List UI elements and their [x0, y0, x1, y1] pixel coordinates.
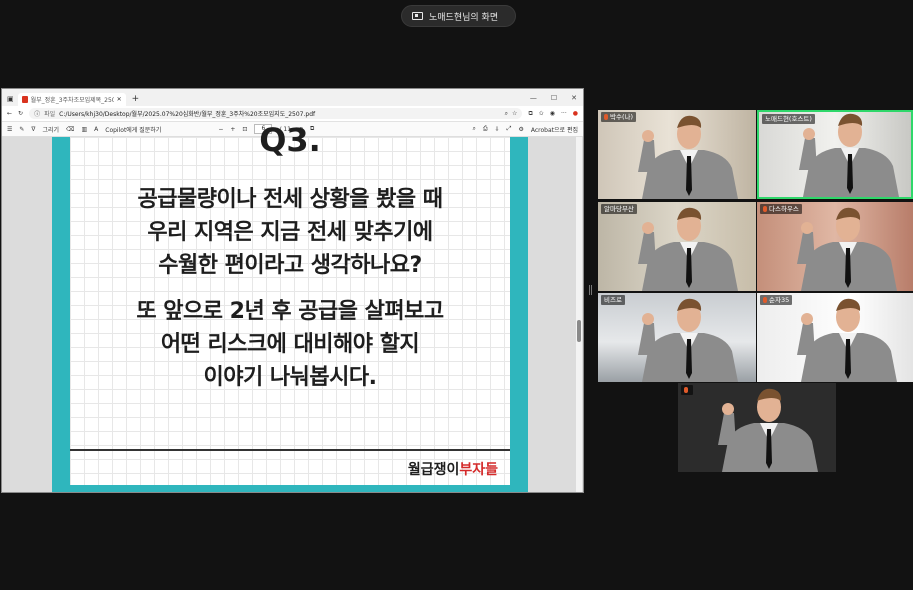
slide-line: 이야기 나눠봅시다. — [203, 365, 377, 390]
participant-video — [638, 115, 738, 199]
mic-icon — [763, 206, 767, 212]
refresh-icon[interactable]: ↻ — [18, 110, 23, 117]
tab-actions-icon[interactable]: ▣ — [7, 95, 14, 103]
participant-tile-active-speaker[interactable]: 노매드현(호스트) — [757, 110, 913, 199]
draw-label[interactable]: 그리기 — [42, 125, 59, 134]
tab-title: 월부_정훈_3주차조모임제목_2507 — [30, 97, 114, 104]
slide-page: Q3. 공급물량이나 전세 상황을 봤을 때 우리 지역은 지금 전세 맞추기에… — [70, 121, 510, 485]
draw-icon[interactable]: ∇ — [31, 126, 35, 133]
participant-video — [797, 207, 897, 291]
contents-icon[interactable]: ☰ — [7, 126, 12, 133]
slide-line: 공급물량이나 전세 상황을 봤을 때 — [137, 187, 444, 212]
profile-icon[interactable]: ◉ — [550, 110, 555, 117]
mic-icon — [604, 114, 608, 120]
favorite-star-icon[interactable]: ☆ — [512, 110, 517, 117]
slide-line: 우리 지역은 지금 전세 맞추기에 — [147, 220, 433, 245]
participant-name: 비즈로 — [604, 296, 622, 304]
tab-close-icon[interactable]: ✕ — [117, 96, 122, 103]
participant-tile[interactable]: 박수(나) — [598, 110, 756, 199]
back-icon[interactable]: ← — [7, 110, 12, 117]
screen-share-label: 노매드현님의 화면 — [429, 12, 499, 23]
slide-question-label: Q3. — [259, 121, 321, 159]
meeting-stage: 노매드현님의 화면 ▣ 월부_정훈_3주차조모임제목_2507 ✕ + — ☐ … — [0, 0, 913, 590]
participant-name-tag: 노매드현(호스트) — [762, 114, 815, 124]
url-text: C:/Users/khj30/Desktop/월부/2025.07%20심화반/… — [59, 111, 316, 118]
participant-video — [638, 298, 738, 382]
participant-name: 순자35 — [769, 296, 790, 304]
maximize-icon[interactable]: ☐ — [551, 94, 557, 102]
highlight-icon[interactable]: ✎ — [19, 126, 24, 133]
participant-name-tag: 알마당부산 — [601, 204, 637, 214]
new-tab-icon[interactable]: + — [132, 94, 140, 104]
mic-icon — [763, 297, 767, 303]
participant-name-tag — [681, 385, 693, 395]
info-icon: ⓘ — [34, 111, 41, 118]
shared-browser-window: ▣ 월부_정훈_3주차조모임제목_2507 ✕ + — ☐ ✕ ← ↻ ⓘ 파일… — [1, 88, 584, 493]
participant-tile[interactable]: 순자35 — [757, 293, 913, 382]
minimize-icon[interactable]: — — [530, 94, 537, 102]
address-bar: ← ↻ ⓘ 파일 C:/Users/khj30/Desktop/월부/2025.… — [2, 106, 583, 122]
scroll-thumb[interactable] — [577, 320, 581, 342]
pdf-scrollbar[interactable] — [576, 137, 582, 492]
split-resize-handle[interactable] — [589, 285, 592, 295]
participant-video — [638, 207, 738, 291]
participant-tile[interactable]: 다스하우스 — [757, 202, 913, 291]
participant-tile[interactable] — [678, 383, 836, 472]
url-scheme-label: 파일 — [44, 111, 56, 118]
extensions-icon[interactable]: ⧉ — [528, 110, 532, 118]
zoom-icon[interactable]: ⌕ — [505, 110, 508, 118]
screen-share-banner[interactable]: 노매드현님의 화면 — [401, 5, 516, 27]
browser-tab-bar: ▣ 월부_정훈_3주차조모임제목_2507 ✕ + — ☐ ✕ — [2, 89, 583, 106]
screen-share-icon — [412, 12, 423, 20]
participant-name-tag: 다스하우스 — [760, 204, 802, 214]
participant-tile[interactable]: 알마당부산 — [598, 202, 756, 291]
brand-logo-black: 월급쟁이 — [407, 462, 460, 478]
slide-divider — [70, 449, 510, 451]
participant-name-tag: 비즈로 — [601, 295, 625, 305]
participant-name: 박수(나) — [610, 113, 634, 121]
more-menu-icon[interactable]: ··· — [561, 110, 567, 117]
participant-name: 알마당부산 — [604, 205, 634, 213]
url-field[interactable]: ⓘ 파일 C:/Users/khj30/Desktop/월부/2025.07%2… — [29, 108, 523, 119]
favorites-icon[interactable]: ✩ — [539, 110, 544, 117]
acrobat-edit-label[interactable]: Acrobat으로 편집 — [531, 125, 578, 134]
brand-logo: 월급쟁이부자들 — [408, 459, 498, 479]
pdf-file-icon — [21, 96, 28, 103]
brand-logo-red: 부자들 — [459, 462, 498, 478]
slide-line: 어떤 리스크에 대비해야 할지 — [160, 332, 420, 357]
copilot-icon[interactable]: ● — [573, 110, 578, 117]
participant-video — [718, 388, 818, 472]
participant-name-tag: 순자35 — [760, 295, 793, 305]
slide-line: 또 앞으로 2년 후 공급을 살펴보고 — [136, 299, 444, 324]
settings-gear-icon[interactable]: ⚙ — [518, 126, 523, 133]
window-close-icon[interactable]: ✕ — [571, 94, 577, 102]
participant-name: 다스하우스 — [769, 205, 799, 213]
participant-video — [797, 298, 897, 382]
browser-tab[interactable]: 월부_정훈_3주차조모임제목_2507 ✕ — [17, 93, 126, 106]
participant-tile[interactable]: 비즈로 — [598, 293, 756, 382]
participant-name: 노매드현(호스트) — [765, 115, 812, 123]
participant-name-tag: 박수(나) — [601, 112, 637, 122]
pdf-viewer[interactable]: Q3. 공급물량이나 전세 상황을 봤을 때 우리 지역은 지금 전세 맞추기에… — [2, 121, 583, 492]
mic-icon — [684, 387, 688, 393]
slide-line: 수월한 편이라고 생각하나요? — [158, 253, 422, 278]
slide-frame: Q3. 공급물량이나 전세 상황을 봤을 때 우리 지역은 지금 전세 맞추기에… — [52, 121, 528, 492]
